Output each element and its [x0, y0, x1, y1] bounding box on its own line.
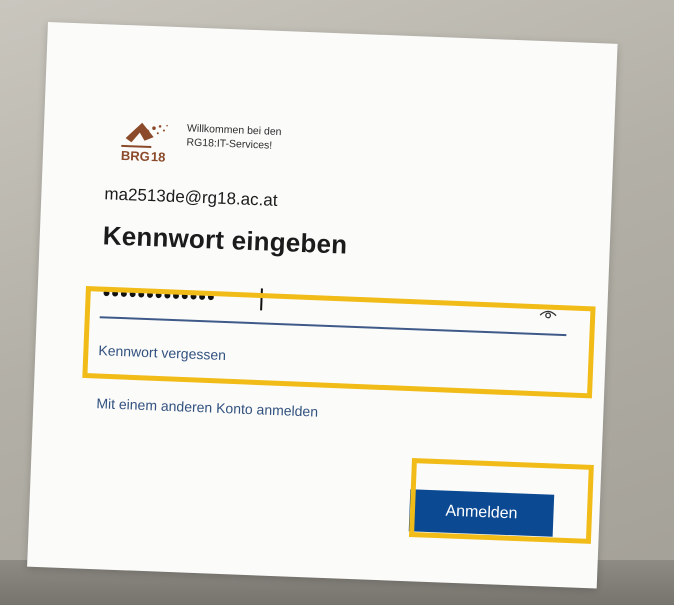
- other-account-link[interactable]: Mit einem anderen Konto anmelden: [96, 395, 318, 420]
- brg18-logo-icon: BRG 18: [121, 122, 168, 165]
- svg-text:BRG: BRG: [121, 148, 150, 164]
- signin-highlight-box: [408, 458, 594, 544]
- svg-text:18: 18: [151, 149, 166, 165]
- page-title: Kennwort eingeben: [102, 220, 348, 260]
- welcome-line-2: RG18:IT-Services!: [186, 136, 273, 152]
- account-email: ma2513de@rg18.ac.at: [104, 184, 278, 210]
- welcome-text: Willkommen bei den RG18:IT-Services!: [186, 121, 282, 153]
